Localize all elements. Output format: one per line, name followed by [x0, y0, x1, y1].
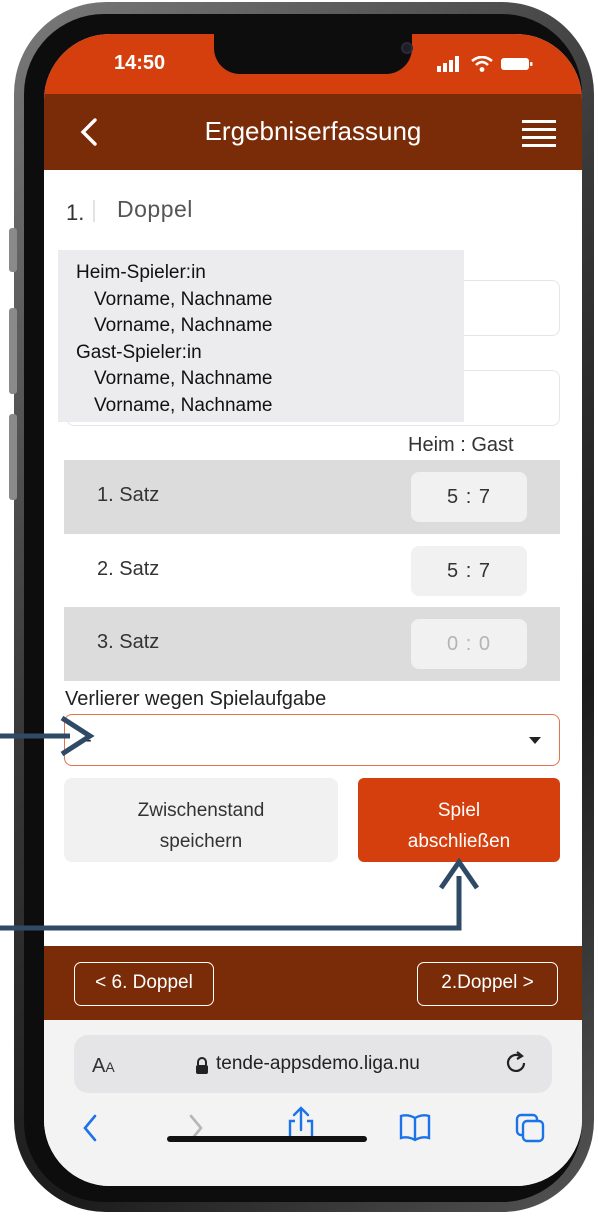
hamburger-menu-icon[interactable] [522, 118, 556, 148]
reload-icon[interactable] [504, 1049, 530, 1077]
loser-select-value: - [85, 729, 92, 751]
set-score-input[interactable]: 5 : 7 [411, 472, 527, 522]
match-number: 1. [66, 200, 85, 225]
match-entry-form: 1. Doppel Heim-Spieler:in Vorname, Nachn… [44, 170, 582, 946]
divider [93, 200, 95, 222]
tooltip-line: Vorname, Nachname [94, 288, 273, 310]
browser-back-icon[interactable] [80, 1112, 100, 1144]
loser-select[interactable]: - [64, 714, 560, 766]
button-label: Zwischenstand [137, 799, 265, 821]
app-header: Ergebniserfassung [44, 94, 582, 170]
previous-match-button[interactable]: < 6. Doppel [74, 962, 214, 1006]
url-text: tende-appsdemo.liga.nu [216, 1053, 420, 1074]
set-label: 3. Satz [97, 631, 160, 653]
finish-match-button[interactable]: Spiel abschließen [358, 778, 560, 862]
tooltip-line: Vorname, Nachname [94, 394, 273, 416]
loser-label: Verlierer wegen Spielaufgabe [65, 688, 327, 710]
set-row: 3. Satz 0 : 0 [64, 607, 560, 681]
tooltip-line: Gast-Spieler:in [76, 341, 202, 363]
address-bar[interactable]: AA tende-appsdemo.liga.nu [74, 1035, 552, 1093]
signal-icon [437, 56, 459, 72]
battery-icon [501, 58, 533, 70]
tooltip-line: Heim-Spieler:in [76, 262, 206, 283]
match-navigation-bar: < 6. Doppel 2.Doppel > [44, 946, 582, 1020]
set-label: 1. Satz [97, 484, 160, 506]
next-match-button[interactable]: 2.Doppel > [417, 962, 558, 1006]
players-tooltip: Heim-Spieler:in Vorname, Nachname Vornam… [58, 250, 464, 422]
tabs-icon[interactable] [514, 1112, 546, 1144]
tooltip-line: Vorname, Nachname [94, 368, 273, 389]
set-score-input[interactable]: 0 : 0 [411, 619, 527, 669]
screen: 14:50 Ergebniserfassung 1. Doppel Heim-S… [44, 34, 582, 1186]
home-indicator [167, 1136, 367, 1142]
status-time: 14:50 [114, 52, 166, 74]
browser-toolbar [44, 1106, 582, 1152]
bookmarks-icon[interactable] [398, 1112, 432, 1142]
match-name: Doppel [117, 196, 193, 222]
silent-switch [9, 228, 17, 272]
lock-icon [196, 1057, 208, 1074]
dropdown-caret-icon [529, 737, 541, 744]
wifi-icon [471, 56, 493, 72]
set-row: 2. Satz 5 : 7 [64, 534, 560, 608]
save-intermediate-button[interactable]: Zwischenstand speichern [64, 778, 338, 862]
notch [214, 34, 413, 74]
aa-small: A [105, 1059, 115, 1075]
score-header: Heim : Gast [408, 434, 514, 456]
aa-big: A [92, 1055, 106, 1077]
status-icons [437, 56, 533, 72]
page-title: Ergebniserfassung [204, 116, 422, 146]
button-label: speichern [159, 830, 243, 852]
volume-up-button [9, 308, 17, 394]
tooltip-line: Vorname, Nachname [94, 315, 273, 336]
set-row: 1. Satz 5 : 7 [64, 460, 560, 534]
button-label: abschließen [407, 830, 511, 852]
set-label: 2. Satz [97, 558, 160, 580]
reader-text-size-button[interactable]: AA [92, 1055, 115, 1078]
volume-down-button [9, 414, 17, 500]
button-label: Spiel [437, 799, 481, 821]
front-camera [401, 42, 413, 54]
status-bar: 14:50 [44, 34, 582, 94]
browser-chrome: AA tende-appsdemo.liga.nu [44, 1020, 582, 1186]
set-score-input[interactable]: 5 : 7 [411, 546, 527, 596]
